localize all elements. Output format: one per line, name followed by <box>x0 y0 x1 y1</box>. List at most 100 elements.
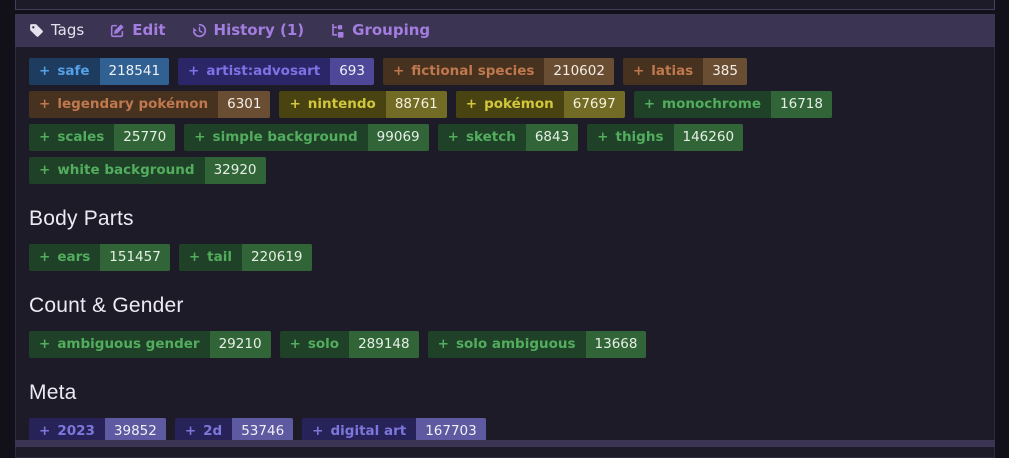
add-tag-to-search[interactable]: + <box>393 63 404 80</box>
tag-name[interactable]: ears <box>57 249 90 266</box>
tag-post-count: 6301 <box>218 91 271 118</box>
tag-name[interactable]: pokémon <box>484 96 554 113</box>
tag-post-count: 16718 <box>771 91 832 118</box>
tag-name[interactable]: solo ambiguous <box>456 336 576 353</box>
tag-link-solo-ambiguous[interactable]: + solo ambiguous <box>428 331 586 358</box>
add-tag-to-search[interactable]: + <box>189 249 200 266</box>
tag-name[interactable]: nintendo <box>308 96 376 113</box>
tag-chip-sketch: + sketch 6843 <box>437 124 579 151</box>
nav-item-tags[interactable]: Tags <box>29 23 84 38</box>
tag-icon <box>29 23 44 38</box>
add-tag-to-search[interactable]: + <box>39 423 50 440</box>
tag-post-count: 210602 <box>544 58 614 85</box>
add-tag-to-search[interactable]: + <box>194 129 205 146</box>
tag-link-monochrome[interactable]: + monochrome <box>634 91 771 118</box>
tag-post-count: 693 <box>330 58 374 85</box>
add-tag-to-search[interactable]: + <box>185 423 196 440</box>
tag-post-count: 25770 <box>114 124 176 151</box>
tag-chip-thighs: + thighs 146260 <box>587 124 744 151</box>
add-tag-to-search[interactable]: + <box>39 336 50 353</box>
section-title: Count & Gender <box>29 294 184 317</box>
tag-name[interactable]: latias <box>651 63 693 80</box>
tag-link-tail[interactable]: + tail <box>179 244 242 271</box>
section-title: Meta <box>29 381 77 404</box>
tag-post-count: 146260 <box>673 124 744 151</box>
tag-post-count: 99069 <box>367 124 429 151</box>
tag-name[interactable]: white background <box>57 162 194 179</box>
tag-link-fictional-species[interactable]: + fictional species <box>383 58 544 85</box>
tag-post-count: 29210 <box>209 331 271 358</box>
tag-chip-legendary-pok-mon: + legendary pokémon 6301 <box>29 91 271 118</box>
tag-link-thighs[interactable]: + thighs <box>587 124 673 151</box>
add-tag-to-search[interactable]: + <box>633 63 644 80</box>
tag-name[interactable]: simple background <box>213 129 358 146</box>
add-tag-to-search[interactable]: + <box>290 336 301 353</box>
tag-post-count: 88761 <box>385 91 447 118</box>
tag-chip-solo-ambiguous: + solo ambiguous 13668 <box>427 331 647 358</box>
tag-link-latias[interactable]: + latias <box>623 58 703 85</box>
tag-name[interactable]: fictional species <box>411 63 534 80</box>
tag-link-safe[interactable]: + safe <box>29 58 100 85</box>
tag-chip-tail: + tail 220619 <box>178 244 312 271</box>
tag-name[interactable]: scales <box>57 129 104 146</box>
nav-item-edit[interactable]: Edit <box>110 23 166 38</box>
tag-name[interactable]: legendary pokémon <box>57 96 208 113</box>
tag-link-white-background[interactable]: + white background <box>29 157 205 184</box>
tag-link-legendary-pok-mon[interactable]: + legendary pokémon <box>29 91 218 118</box>
add-tag-to-search[interactable]: + <box>39 63 50 80</box>
tag-link-artist-advosart[interactable]: + artist:advosart <box>178 58 330 85</box>
nav-item-history-1[interactable]: History (1) <box>192 23 304 38</box>
tag-list: + ambiguous gender 29210 + solo 289148 +… <box>29 331 981 358</box>
add-tag-to-search[interactable]: + <box>39 249 50 266</box>
tag-chip-nintendo: + nintendo 88761 <box>279 91 447 118</box>
add-tag-to-search[interactable]: + <box>644 96 655 113</box>
add-tag-to-search[interactable]: + <box>466 96 477 113</box>
section-title: Body Parts <box>29 207 134 230</box>
add-tag-to-search[interactable]: + <box>438 336 449 353</box>
add-tag-to-search[interactable]: + <box>448 129 459 146</box>
grouping-icon <box>330 23 345 38</box>
add-tag-to-search[interactable]: + <box>39 129 50 146</box>
nav-label: Grouping <box>352 21 431 39</box>
tag-name[interactable]: ambiguous gender <box>57 336 199 353</box>
tag-name[interactable]: 2d <box>203 423 222 440</box>
tag-name[interactable]: artist:advosart <box>206 63 320 80</box>
nav-label: Tags <box>51 21 85 39</box>
previous-panel-edge <box>15 0 995 10</box>
tag-name[interactable]: tail <box>207 249 232 266</box>
tag-link-scales[interactable]: + scales <box>29 124 114 151</box>
add-tag-to-search[interactable]: + <box>188 63 199 80</box>
tag-name[interactable]: safe <box>57 63 89 80</box>
nav-item-grouping[interactable]: Grouping <box>330 23 430 38</box>
tag-section-body-parts: Body Parts + ears 151457 + tail 220619 <box>29 207 981 271</box>
add-tag-to-search[interactable]: + <box>312 423 323 440</box>
tags-panel-body: + safe 218541 + artist:advosart 693 + fi… <box>15 47 995 458</box>
tag-link-nintendo[interactable]: + nintendo <box>279 91 385 118</box>
tag-link-pok-mon[interactable]: + pokémon <box>456 91 564 118</box>
tag-link-simple-background[interactable]: + simple background <box>184 124 367 151</box>
tag-list: + safe 218541 + artist:advosart 693 + fi… <box>29 58 981 184</box>
tag-name[interactable]: 2023 <box>57 423 95 440</box>
tag-chip-artist-advosart: + artist:advosart 693 <box>178 58 374 85</box>
tag-link-ears[interactable]: + ears <box>29 244 100 271</box>
tag-name[interactable]: solo <box>308 336 339 353</box>
tag-section-count-gender: Count & Gender + ambiguous gender 29210 … <box>29 294 981 358</box>
tag-name[interactable]: sketch <box>466 129 516 146</box>
add-tag-to-search[interactable]: + <box>289 96 300 113</box>
add-tag-to-search[interactable]: + <box>39 96 50 113</box>
tag-chip-fictional-species: + fictional species 210602 <box>382 58 614 85</box>
tag-chip-simple-background: + simple background 99069 <box>184 124 429 151</box>
add-tag-to-search[interactable]: + <box>39 162 50 179</box>
tag-name[interactable]: digital art <box>330 423 406 440</box>
tag-chip-monochrome: + monochrome 16718 <box>633 91 832 118</box>
tag-name[interactable]: thighs <box>615 129 663 146</box>
tag-link-solo[interactable]: + solo <box>280 331 350 358</box>
tag-link-ambiguous-gender[interactable]: + ambiguous gender <box>29 331 210 358</box>
add-tag-to-search[interactable]: + <box>597 129 608 146</box>
tag-section: + safe 218541 + artist:advosart 693 + fi… <box>29 58 981 184</box>
tag-link-sketch[interactable]: + sketch <box>438 124 526 151</box>
tag-name[interactable]: monochrome <box>662 96 761 113</box>
tag-post-count: 6843 <box>525 124 579 151</box>
tag-chip-scales: + scales 25770 <box>29 124 176 151</box>
tag-post-count: 385 <box>703 58 747 85</box>
